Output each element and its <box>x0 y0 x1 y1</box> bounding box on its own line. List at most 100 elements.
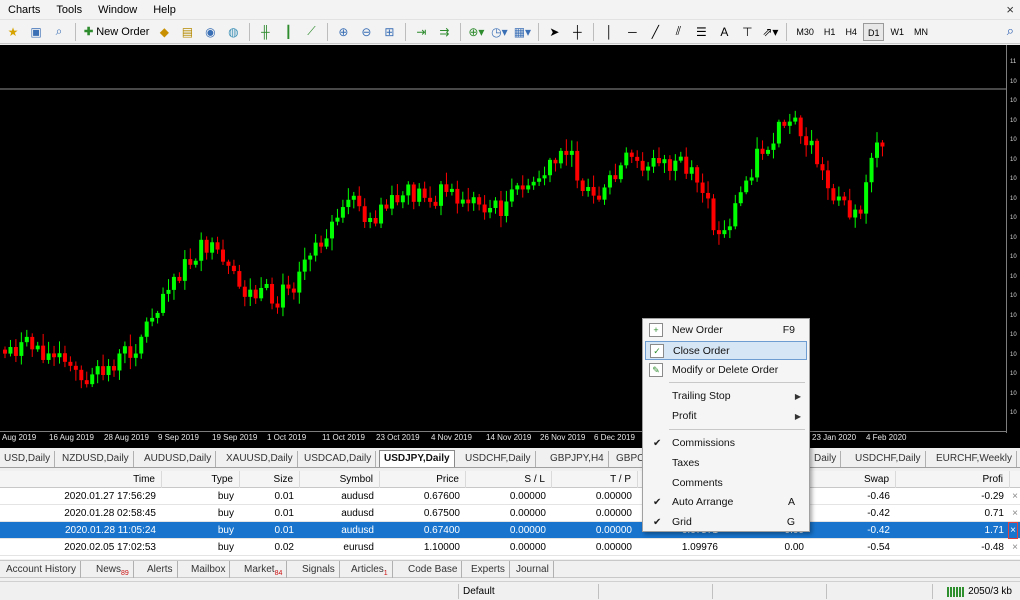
close-position-icon[interactable]: × <box>1012 539 1018 556</box>
terminal-tab[interactable]: Articles1 <box>347 561 393 578</box>
candle-body <box>591 187 596 196</box>
column-header[interactable]: T / P <box>552 471 638 488</box>
close-position-icon[interactable]: × <box>1012 505 1018 522</box>
zoom-out-icon[interactable]: ⊖ <box>355 22 377 42</box>
column-header[interactable]: S / L <box>466 471 552 488</box>
table-row[interactable]: 2020.01.28 02:58:45 buy 0.01 audusd 0.67500 0… <box>0 505 1020 522</box>
vertical-line-icon[interactable]: │ <box>598 22 620 42</box>
chart-tab[interactable]: USDCAD,Daily <box>300 451 377 467</box>
submenu-arrow-icon: ▶ <box>794 412 801 421</box>
terminal-tab[interactable]: Account History <box>2 561 82 578</box>
chart-tab[interactable]: Daily <box>810 451 842 467</box>
cell-type: buy <box>217 491 234 502</box>
menu-item-new-order[interactable]: + New Order F9 <box>645 321 807 340</box>
account-icon[interactable]: ◉ <box>199 22 221 42</box>
market-watch-icon[interactable]: ▣ <box>25 22 47 42</box>
favorites-icon[interactable]: ★ <box>2 22 24 42</box>
terminal-tab[interactable]: News89 <box>92 561 134 578</box>
metaeditor-icon[interactable]: ▤ <box>176 22 198 42</box>
templates-icon[interactable]: ▦▾ <box>511 22 533 42</box>
menu-item-close-order[interactable]: ✓ Close Order <box>645 341 807 360</box>
menu-item-modify-or-delete-order[interactable]: ✎ Modify or Delete Order <box>645 361 807 380</box>
chart-tab[interactable]: NZDUSD,Daily <box>58 451 134 467</box>
column-header[interactable]: Time <box>0 471 162 488</box>
cursor-icon[interactable]: ➤ <box>543 22 565 42</box>
timeframe-h1[interactable]: H1 <box>820 23 840 41</box>
menu-tools[interactable]: Tools <box>48 0 90 20</box>
trading-terminal-window: Charts Tools Window Help × ★ ▣ ⌕ ✚ New O… <box>0 0 1020 600</box>
column-header[interactable]: Type <box>162 471 240 488</box>
timeframe-h4[interactable]: H4 <box>841 23 861 41</box>
menu-window[interactable]: Window <box>90 0 145 20</box>
candle-body <box>150 317 155 322</box>
crosshair-icon[interactable]: ┼ <box>566 22 588 42</box>
terminal-tab[interactable]: Mailbox <box>187 561 231 578</box>
terminal-tab[interactable]: Code Base <box>404 561 463 578</box>
terminal-tab[interactable]: Alerts <box>143 561 178 578</box>
chart-tab[interactable]: USDCHF,Daily <box>461 451 536 467</box>
trendline-icon[interactable]: ╱ <box>644 22 666 42</box>
candlestick-icon[interactable]: ┃ <box>277 22 299 42</box>
arrows-icon[interactable]: ⇗▾ <box>759 22 781 42</box>
auto-trading-icon[interactable]: ◆ <box>153 22 175 42</box>
chart-shift-icon[interactable]: ⇥ <box>410 22 432 42</box>
menu-item-commissions[interactable]: ✔ Commissions <box>645 434 807 453</box>
chart-tab[interactable]: XAUUSD,Daily <box>222 451 298 467</box>
table-row[interactable]: 2020.02.05 17:02:53 buy 0.02 eurusd 1.10000 0… <box>0 539 1020 556</box>
new-order-button[interactable]: ✚ New Order <box>80 22 153 42</box>
zoom-in-icon[interactable]: ⊕ <box>332 22 354 42</box>
menu-item-trailing-stop[interactable]: Trailing Stop ▶ <box>645 387 807 406</box>
periods-icon[interactable]: ◷▾ <box>488 22 510 42</box>
chart-tab[interactable]: USDCHF,Daily <box>851 451 926 467</box>
column-header[interactable]: Price <box>380 471 466 488</box>
menu-charts[interactable]: Charts <box>0 0 48 20</box>
line-chart-icon[interactable]: ⟋ <box>300 22 322 42</box>
column-header[interactable]: Swap <box>810 471 896 488</box>
menu-help[interactable]: Help <box>145 0 184 20</box>
menu-item-auto-arrange[interactable]: ✔ Auto Arrange A <box>645 493 807 512</box>
bar-chart-icon[interactable]: ╫ <box>254 22 276 42</box>
close-position-icon[interactable]: × <box>1012 488 1018 505</box>
timeframe-m30[interactable]: M30 <box>792 23 818 41</box>
chart-tab[interactable]: EURCHF,Weekly <box>932 451 1017 467</box>
timeframe-mn[interactable]: MN <box>910 23 932 41</box>
horizontal-line-icon[interactable]: ─ <box>621 22 643 42</box>
close-position-icon[interactable]: × <box>1008 522 1018 539</box>
indicators-icon[interactable]: ⊕▾ <box>465 22 487 42</box>
chart-tabs: USD,Daily NZDUSD,Daily AUDUSD,Daily XAUUSD,… <box>0 450 1020 468</box>
terminal-tab[interactable]: Signals <box>298 561 340 578</box>
globe-icon[interactable]: ◍ <box>222 22 244 42</box>
menu-item-profit[interactable]: Profit ▶ <box>645 407 807 426</box>
table-row[interactable]: 2020.01.28 11:05:24 buy 0.01 audusd 0.67400 0… <box>0 522 1020 539</box>
price-chart[interactable]: 11 10 10 10 10 10 10 10 10 10 10 10 10 10 10 10 10 10 10 A… <box>0 45 1020 448</box>
chart-tab[interactable]: GBPJPY,H4 <box>546 451 609 467</box>
channel-icon[interactable]: ⫽ <box>667 22 689 42</box>
text-label-icon[interactable]: ⊤ <box>736 22 758 42</box>
fibonacci-icon[interactable]: ☰ <box>690 22 712 42</box>
profile-name[interactable]: Default <box>458 584 588 599</box>
table-row[interactable]: 2020.01.27 17:56:29 buy 0.01 audusd 0.67600 0… <box>0 488 1020 505</box>
timeframe-w1[interactable]: W1 <box>886 23 908 41</box>
terminal-tab[interactable]: Journal <box>512 561 554 578</box>
navigator-icon[interactable]: ⌕ <box>48 22 70 42</box>
menu-item-grid[interactable]: ✔ Grid G <box>645 513 807 532</box>
column-header[interactable]: Size <box>240 471 300 488</box>
chart-tab[interactable]: USDJPY,Daily <box>379 450 455 467</box>
candle-body <box>804 136 809 146</box>
terminal-tab[interactable]: Market84 <box>240 561 288 578</box>
chart-tab[interactable]: USD,Daily <box>0 451 56 467</box>
column-header[interactable]: Symbol <box>300 471 380 488</box>
menu-item-comments[interactable]: Comments <box>645 474 807 493</box>
chart-tab[interactable]: AUDUSD,Daily <box>140 451 217 467</box>
tile-windows-icon[interactable]: ⊞ <box>378 22 400 42</box>
terminal-tab[interactable]: Experts <box>467 561 510 578</box>
toolbar: ★ ▣ ⌕ ✚ New Order ◆ ▤ ◉ ◍ ╫ ┃ ⟋ ⊕ ⊖ ⊞ ⇥ … <box>0 20 1020 44</box>
column-header[interactable]: Profi <box>896 471 1010 488</box>
candle-body <box>291 288 296 293</box>
text-icon[interactable]: A <box>713 22 735 42</box>
search-icon[interactable]: ⌕ <box>1007 23 1014 39</box>
close-icon[interactable]: × <box>1006 2 1014 17</box>
menu-item-taxes[interactable]: Taxes <box>645 454 807 473</box>
timeframe-d1[interactable]: D1 <box>862 22 885 41</box>
auto-scroll-icon[interactable]: ⇉ <box>433 22 455 42</box>
